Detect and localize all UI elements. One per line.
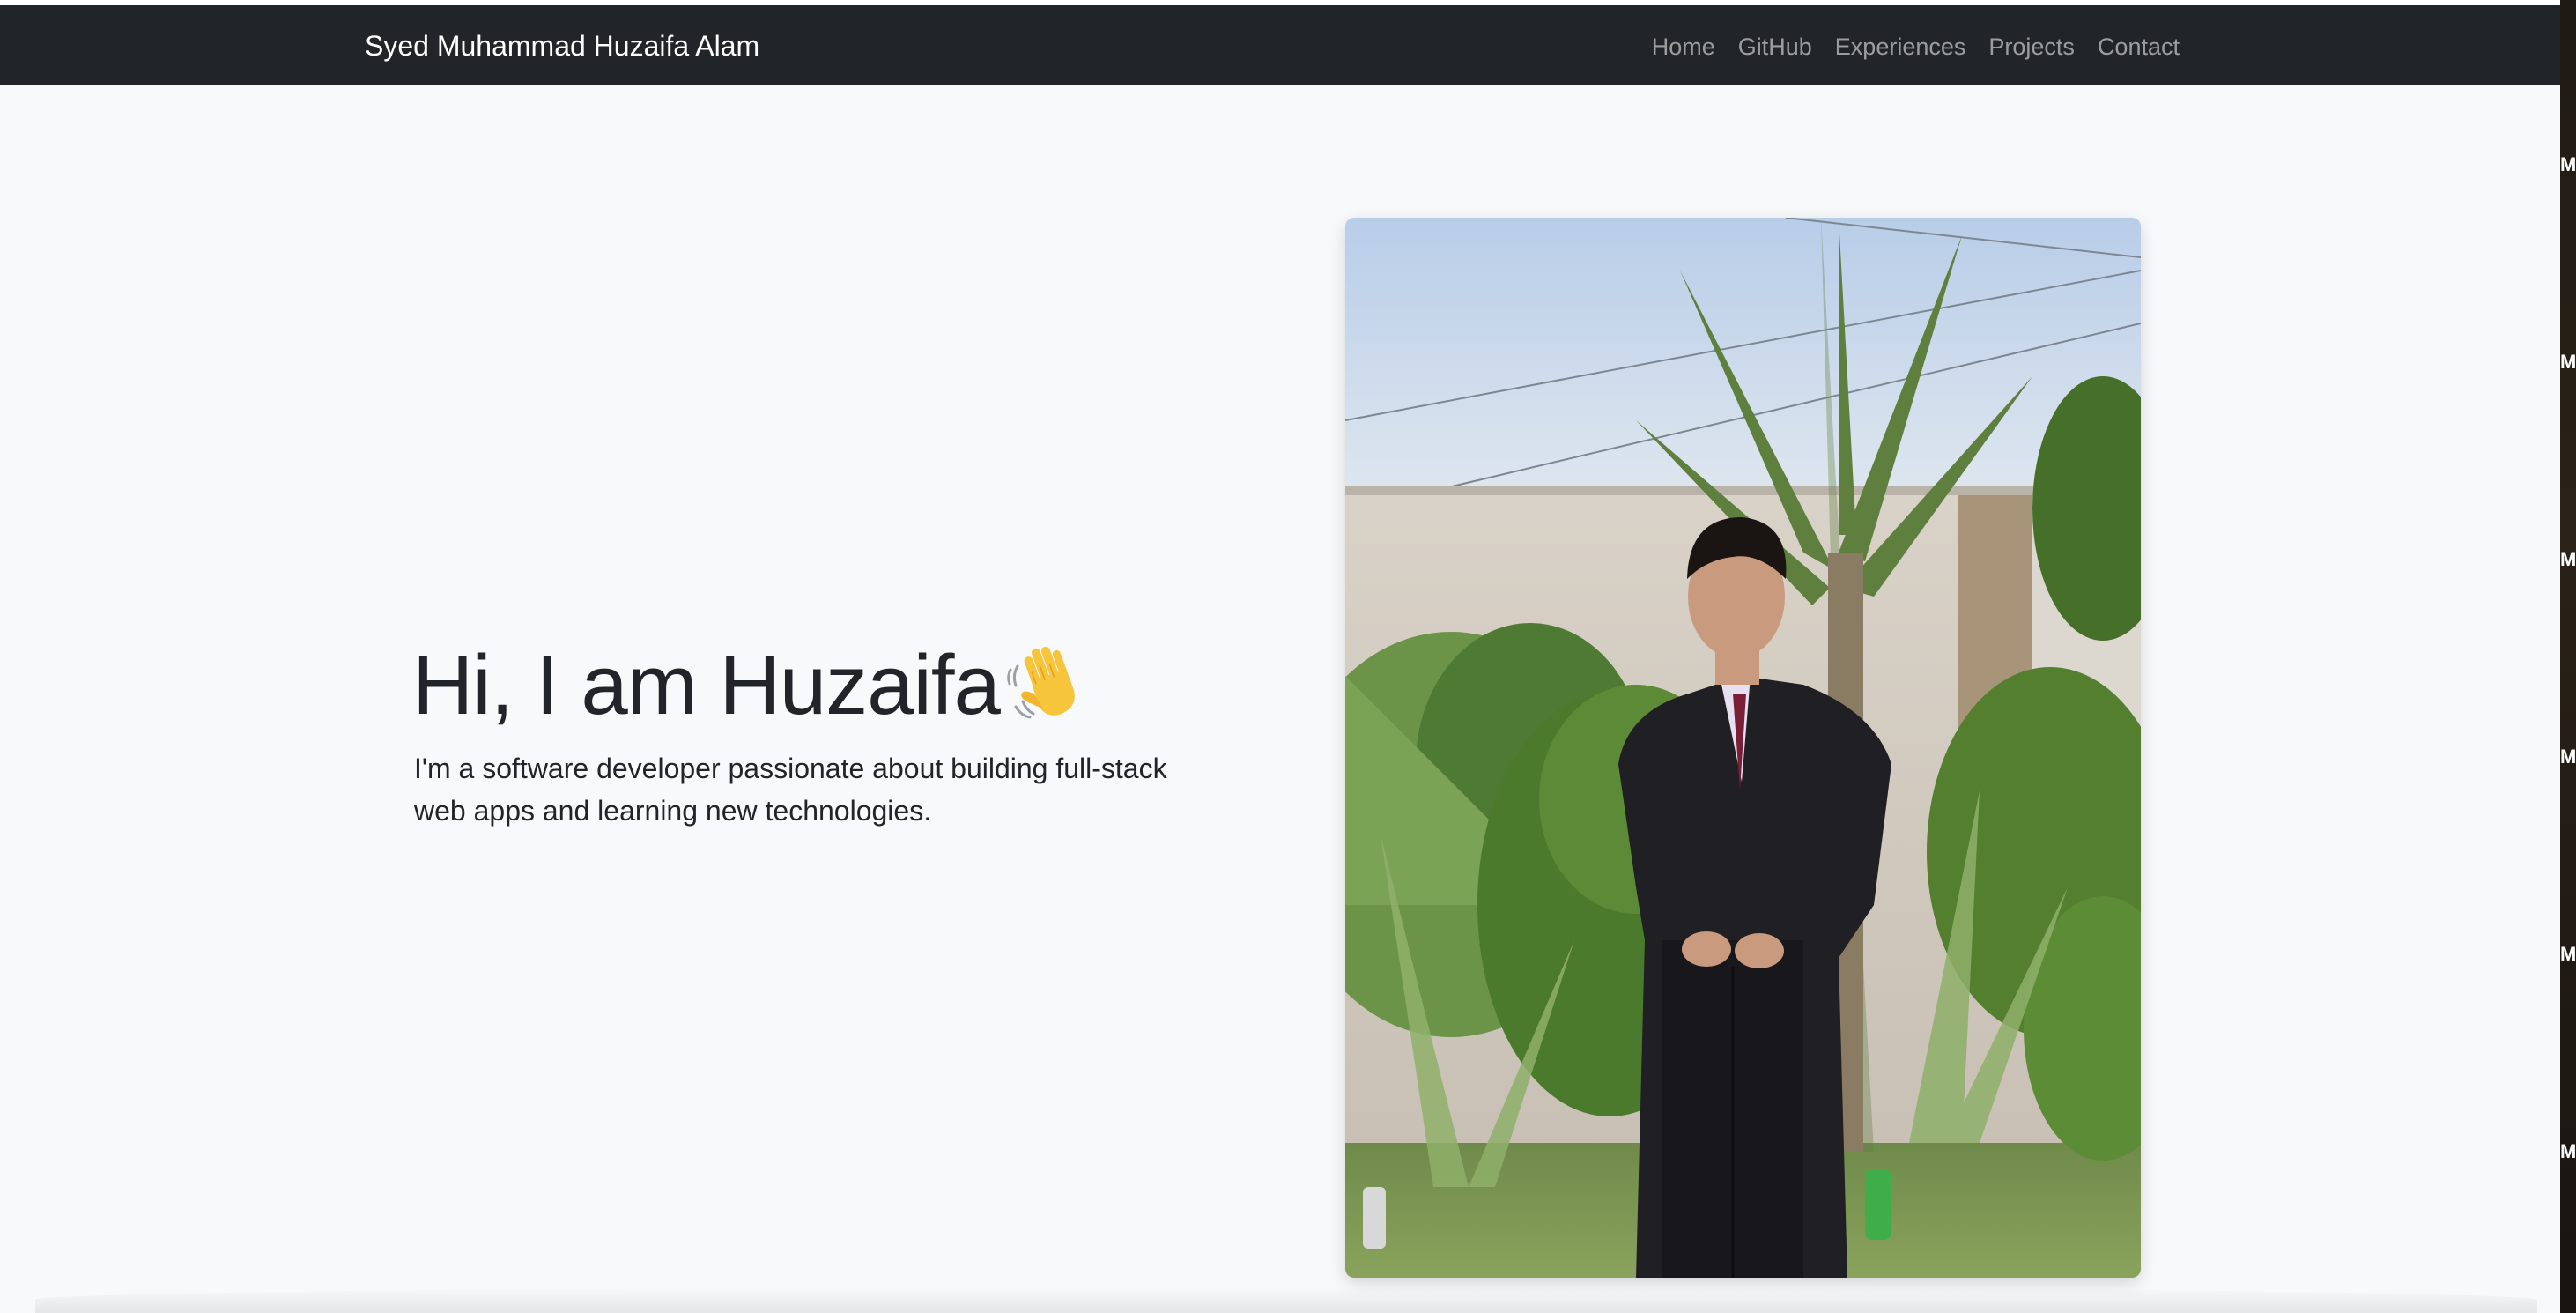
navbar: Syed Muhammad Huzaifa Alam Home GitHub E…: [0, 5, 2560, 85]
nav-link-home[interactable]: Home: [1652, 32, 1715, 62]
profile-photo: [1345, 218, 2141, 1278]
strip-label: M: [2560, 351, 2576, 373]
strip-label: M: [2560, 153, 2576, 175]
bottom-edge-shadow: [35, 1287, 2537, 1313]
navbar-brand[interactable]: Syed Muhammad Huzaifa Alam: [365, 28, 759, 63]
profile-photo-illustration: [1345, 218, 2141, 1278]
strip-label: M: [2560, 943, 2576, 965]
hero-title: Hi, I am Huzaifa: [412, 633, 1088, 746]
hero-title-text: Hi, I am Huzaifa: [412, 638, 1001, 732]
waving-hand-icon: [1007, 640, 1088, 746]
strip-label: M: [2560, 1140, 2576, 1162]
nav-link-projects[interactable]: Projects: [1988, 32, 2075, 62]
nav-link-contact[interactable]: Contact: [2098, 32, 2180, 62]
nav-links: Home GitHub Experiences Projects Contact: [1652, 32, 2180, 62]
nav-link-experiences[interactable]: Experiences: [1835, 32, 1966, 62]
strip-label: M: [2560, 548, 2576, 570]
hero-subtitle: I'm a software developer passionate abou…: [414, 753, 1167, 827]
adjacent-window-strip: M M M M M M: [2560, 0, 2576, 1313]
nav-link-github[interactable]: GitHub: [1738, 32, 1812, 62]
strip-label: M: [2560, 746, 2576, 768]
